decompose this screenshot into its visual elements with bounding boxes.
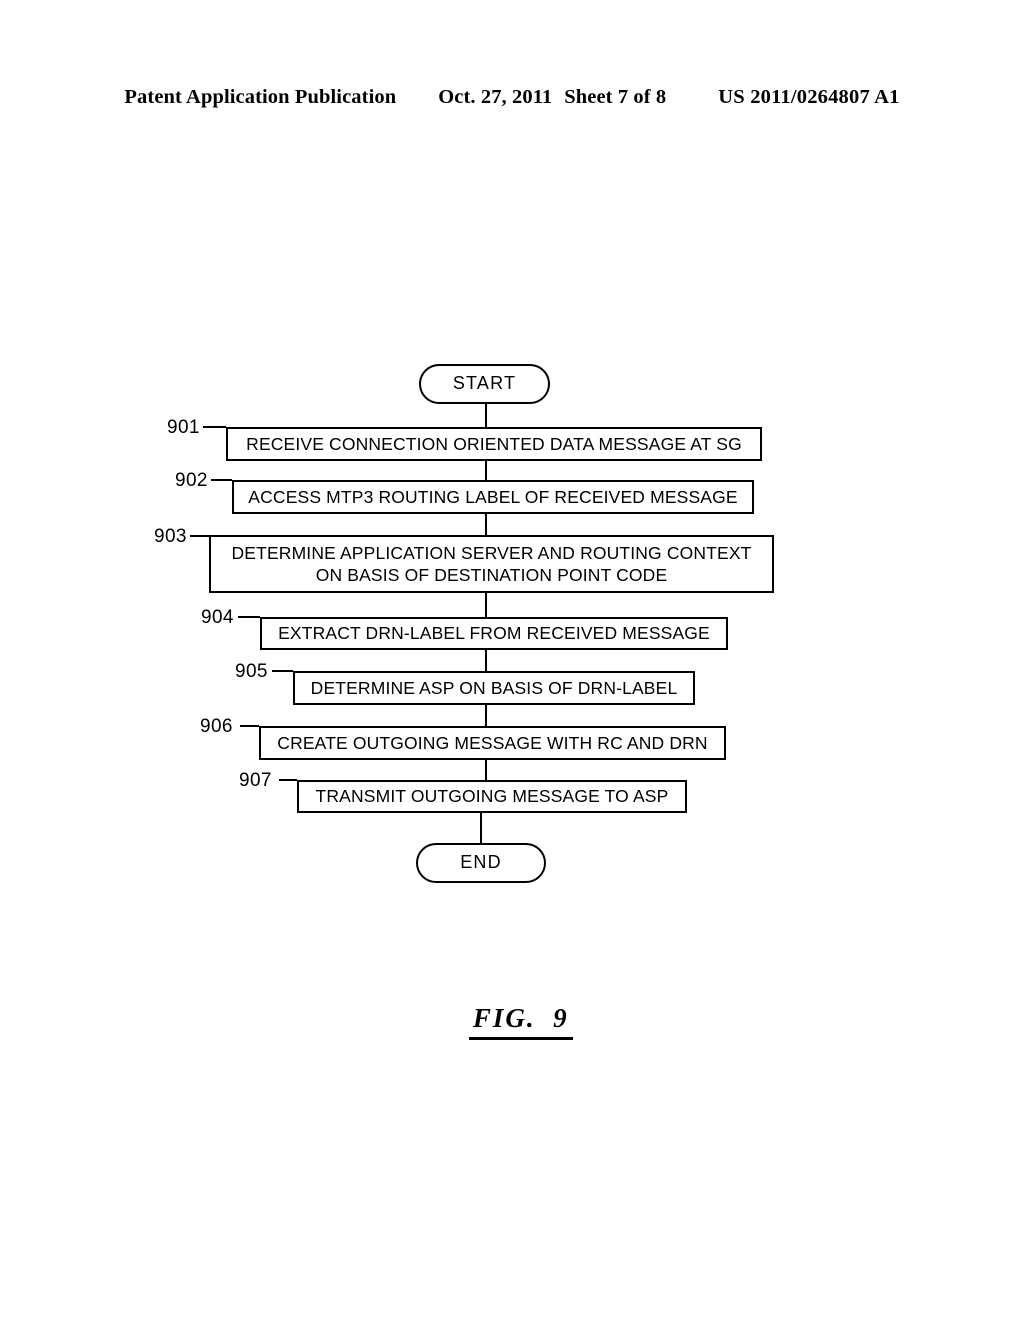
flowchart-connectors bbox=[190, 403, 488, 844]
flowchart-node-907: TRANSMIT OUTGOING MESSAGE TO ASP bbox=[297, 780, 687, 813]
ref-numeral-901: 901 bbox=[167, 417, 200, 438]
node-903-line-2: ON BASIS OF DESTINATION POINT CODE bbox=[315, 564, 668, 585]
node-901-line-1: RECEIVE CONNECTION ORIENTED DATA MESSAGE… bbox=[246, 433, 742, 454]
node-end-label: END bbox=[460, 852, 502, 873]
ref-numeral-905: 905 bbox=[235, 661, 268, 682]
flowchart-node-902: ACCESS MTP3 ROUTING LABEL OF RECEIVED ME… bbox=[232, 480, 754, 514]
flowchart-node-904: EXTRACT DRN-LABEL FROM RECEIVED MESSAGE bbox=[260, 617, 728, 650]
node-902-line-1: ACCESS MTP3 ROUTING LABEL OF RECEIVED ME… bbox=[248, 486, 738, 507]
flowchart-node-start: START bbox=[419, 364, 550, 404]
flowchart-figure-9: START 901 RECEIVE CONNECTION ORIENTED DA… bbox=[0, 0, 1024, 1320]
ref-numeral-904: 904 bbox=[201, 607, 234, 628]
ref-numeral-907: 907 bbox=[239, 770, 272, 791]
flowchart-node-906: CREATE OUTGOING MESSAGE WITH RC AND DRN bbox=[259, 726, 726, 760]
ref-numeral-902: 902 bbox=[175, 470, 208, 491]
node-906-line-1: CREATE OUTGOING MESSAGE WITH RC AND DRN bbox=[277, 732, 708, 753]
ref-numeral-903: 903 bbox=[154, 526, 187, 547]
node-907-line-1: TRANSMIT OUTGOING MESSAGE TO ASP bbox=[315, 786, 669, 807]
node-905-line-1: DETERMINE ASP ON BASIS OF DRN-LABEL bbox=[310, 677, 678, 698]
flowchart-node-903: DETERMINE APPLICATION SERVER AND ROUTING… bbox=[209, 535, 774, 593]
node-start-label: START bbox=[452, 373, 517, 394]
node-904-line-1: EXTRACT DRN-LABEL FROM RECEIVED MESSAGE bbox=[278, 623, 710, 644]
figure-caption-text: FIG. 9 bbox=[468, 1003, 573, 1040]
ref-numeral-906: 906 bbox=[200, 716, 233, 737]
flowchart-node-905: DETERMINE ASP ON BASIS OF DRN-LABEL bbox=[293, 671, 695, 705]
flowchart-node-901: RECEIVE CONNECTION ORIENTED DATA MESSAGE… bbox=[226, 427, 762, 461]
node-903-line-1: DETERMINE APPLICATION SERVER AND ROUTING… bbox=[231, 542, 752, 563]
flowchart-node-end: END bbox=[416, 843, 546, 883]
figure-caption: FIG. 9 bbox=[0, 972, 1024, 1040]
